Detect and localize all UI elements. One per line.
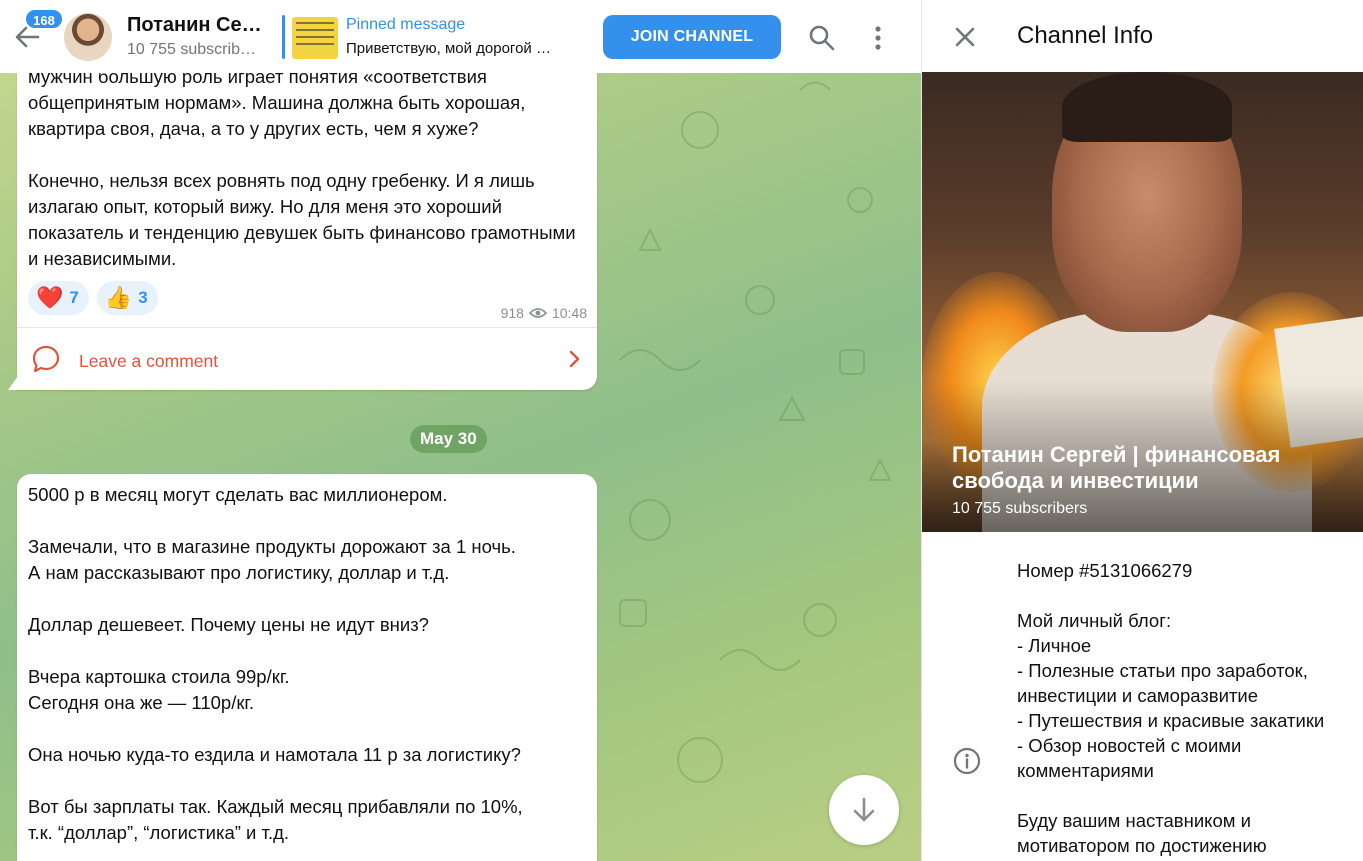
- pinned-message-label[interactable]: Pinned message: [346, 16, 465, 34]
- date-separator: May 30: [410, 425, 487, 453]
- thumbs-up-emoji-icon: 👍: [104, 285, 133, 310]
- channel-name: Потанин Сергей | финансовая свобода и ин…: [952, 442, 1281, 493]
- channel-info-panel: Channel Info Потанин Сергей | финансовая…: [921, 0, 1363, 861]
- scroll-down-button[interactable]: [829, 775, 899, 845]
- channel-description: Номер #5131066279 Мой личный блог: - Лич…: [1017, 560, 1325, 856]
- reaction-thumbs-up[interactable]: 👍 3: [96, 281, 158, 315]
- message-text: мужчин большую роль играет понятия «соот…: [28, 66, 576, 269]
- chat-header: 168 Потанин Се… 10 755 subscrib… Pinned …: [0, 0, 921, 73]
- channel-avatar[interactable]: [64, 13, 112, 61]
- pinned-indicator: [282, 15, 285, 59]
- chat-title[interactable]: Потанин Се…: [127, 14, 262, 37]
- message-bubble: мужчин большую роль играет понятия «соот…: [8, 40, 597, 390]
- view-count: 918: [500, 305, 524, 321]
- eye-icon: [528, 308, 547, 318]
- join-channel-button[interactable]: JOIN CHANNEL: [603, 15, 781, 59]
- message-text: 5000 р в месяц могут сделать вас миллион…: [28, 484, 523, 843]
- leave-comment-label: Leave a comment: [79, 351, 219, 371]
- search-icon[interactable]: [806, 22, 838, 54]
- message-meta: 918 10:48: [501, 300, 587, 326]
- reaction-heart[interactable]: ❤️ 7: [28, 281, 89, 315]
- heart-emoji-icon: ❤️: [36, 285, 64, 310]
- chat-area: 168 Потанин Се… 10 755 subscrib… Pinned …: [0, 0, 921, 861]
- message-bubble: 5000 р в месяц могут сделать вас миллион…: [17, 474, 597, 861]
- leave-comment-button[interactable]: Leave a comment: [17, 328, 597, 390]
- info-header: Channel Info: [922, 0, 1363, 72]
- comment-icon: [32, 345, 60, 373]
- channel-subscribers: 10 755 subscribers: [952, 500, 1088, 517]
- pinned-message-text[interactable]: Приветствую, мой дорогой …: [346, 40, 551, 57]
- channel-cover-photo[interactable]: Потанин Сергей | финансовая свобода и ин…: [922, 72, 1363, 532]
- arrow-down-icon: [853, 797, 875, 822]
- reaction-count: 7: [69, 288, 79, 307]
- info-title: Channel Info: [1017, 22, 1154, 49]
- message-time: 10:48: [551, 305, 587, 321]
- reaction-count: 3: [138, 288, 148, 307]
- chat-subscribers: 10 755 subscrib…: [127, 41, 256, 58]
- more-vertical-icon[interactable]: [862, 22, 894, 54]
- pinned-thumbnail[interactable]: [292, 17, 338, 59]
- chevron-right-icon: [569, 350, 580, 368]
- reactions: ❤️ 7 👍 3: [28, 281, 158, 315]
- unread-count-badge: 168: [24, 8, 64, 30]
- close-icon[interactable]: [950, 22, 980, 52]
- info-circle-icon: [953, 747, 981, 775]
